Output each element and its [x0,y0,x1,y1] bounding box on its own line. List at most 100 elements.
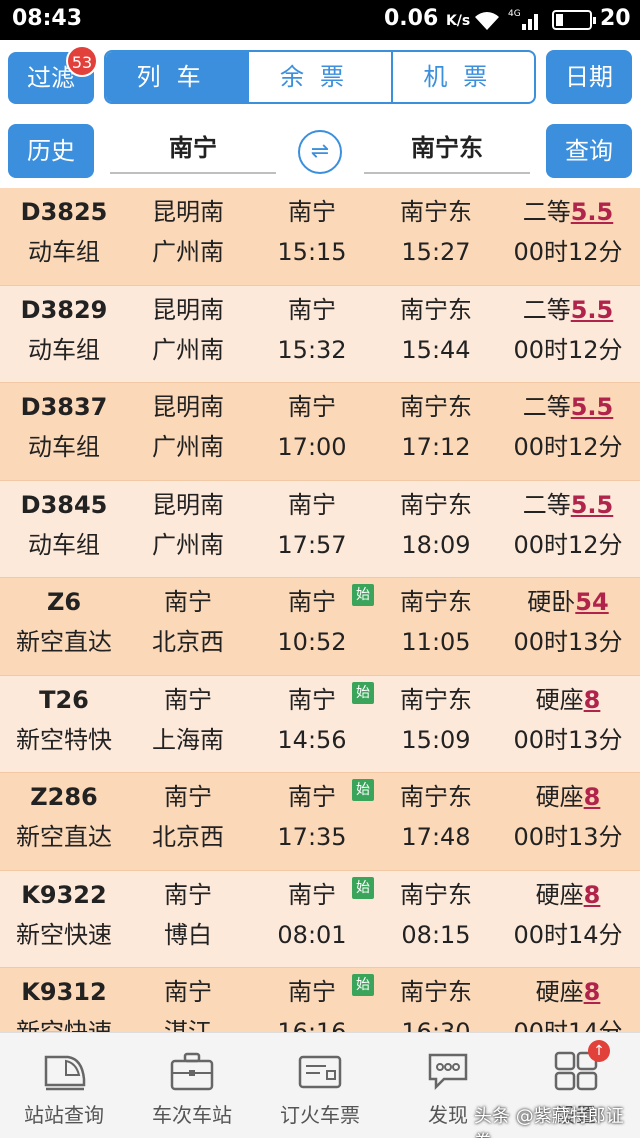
update-arrow-icon: ↑ [588,1040,610,1062]
train-number: D3825 [20,198,108,226]
wifi-icon [475,12,499,31]
arrival-station: 南宁东 [400,685,472,714]
train-type: 动车组 [28,335,100,364]
arrival-station: 南宁东 [400,783,472,811]
origin-station: 昆明南 [152,295,224,324]
train-number: K9322 [21,880,107,909]
train-number: D3845 [20,490,108,519]
origin-badge: 始 [352,584,374,606]
arrival-time: 17:48 [401,823,471,851]
status-time: 08:43 [12,6,83,31]
departure-station: 南宁 [288,393,336,421]
duration: 00时12分 [513,335,623,364]
swap-icon[interactable]: ⇌ [298,130,342,174]
nav-label: 订火车票 [280,1103,360,1127]
price-link[interactable]: 8 [584,686,601,714]
departure-time: 17:35 [277,823,347,851]
arrival-time: 11:05 [401,628,471,656]
query-button[interactable]: 查询 [546,124,632,178]
price-link[interactable]: 8 [584,881,601,909]
tab-flights[interactable]: 机票 [393,52,534,102]
seat-class: 硬座 [535,978,584,1006]
price-link[interactable]: 8 [584,978,601,1006]
train-type: 新空特快 [16,725,112,754]
duration: 00时12分 [513,433,623,461]
nav-train-station[interactable]: 车次车站 [128,1033,256,1138]
train-list[interactable]: D3825 动车组 昆明南 广州南 南宁 15:15 南宁东 15:27 二等5… [0,188,640,1032]
train-row[interactable]: Z6 新空直达 南宁 北京西 南宁 始 10:52 南宁东 11:05 硬卧54… [0,578,640,676]
departure-time: 16:16 [277,1018,347,1032]
departure-station: 南宁 [288,198,336,226]
train-number: Z286 [30,783,98,811]
date-button[interactable]: 日期 [546,50,632,104]
price-link[interactable]: 5.5 [571,296,614,324]
seat-price: 硬座8 [496,877,640,913]
battery-icon [552,10,596,30]
origin-station: 昆明南 [152,490,224,519]
battery-level: 20 [600,6,631,31]
seat-price: 二等5.5 [496,194,640,230]
seat-class: 二等 [522,490,571,519]
to-station-input[interactable]: 南宁东 [364,128,530,174]
seat-class: 硬座 [535,783,584,811]
price-link[interactable]: 5.5 [571,491,614,519]
seat-price: 二等5.5 [496,292,640,328]
arrival-time: 16:30 [401,1018,471,1032]
briefcase-icon [170,1052,214,1091]
origin-badge: 始 [352,876,374,899]
seat-class: 二等 [522,198,571,226]
train-row[interactable]: K9312 新空快速 南宁 湛江 南宁 始 16:16 南宁东 16:30 硬座… [0,968,640,1032]
train-icon [44,1055,86,1091]
price-link[interactable]: 8 [584,783,601,811]
arrival-station: 南宁东 [400,393,472,421]
terminal-station: 湛江 [164,1018,212,1032]
nav-label: 站站查询 [24,1103,104,1127]
watermark: 头条 @紫藏特郎证券 [474,1106,624,1138]
seat-class: 硬座 [535,685,584,714]
train-row[interactable]: T26 新空特快 南宁 上海南 南宁 始 14:56 南宁东 15:09 硬座8… [0,675,640,773]
status-bar: 08:43 0.06 K/s 4G 20 [0,0,640,40]
train-type: 新空直达 [16,823,112,851]
nav-station-query[interactable]: 站站查询 [0,1033,128,1138]
departure-time: 14:56 [277,725,347,754]
train-type: 动车组 [28,530,100,559]
train-number: Z6 [46,588,82,616]
train-type: 新空快速 [16,920,112,949]
duration: 00时13分 [513,725,623,754]
train-row[interactable]: D3837 动车组 昆明南 广州南 南宁 17:00 南宁东 17:12 二等5… [0,383,640,481]
departure-time: 15:15 [277,238,347,266]
tab-remaining-tickets[interactable]: 余票 [249,52,393,102]
price-link[interactable]: 5.5 [571,393,614,421]
train-row[interactable]: K9322 新空快速 南宁 博白 南宁 始 08:01 南宁东 08:15 硬座… [0,870,640,968]
history-button[interactable]: 历史 [8,124,94,178]
arrival-station: 南宁东 [400,588,472,616]
arrival-station: 南宁东 [400,198,472,226]
nav-book-ticket[interactable]: 订火车票 [256,1033,384,1138]
price-link[interactable]: 5.5 [571,198,614,226]
arrival-time: 17:12 [401,433,471,461]
train-row[interactable]: D3829 动车组 昆明南 广州南 南宁 15:32 南宁东 15:44 二等5… [0,285,640,383]
from-station-input[interactable]: 南宁 [110,128,276,174]
departure-time: 17:00 [277,433,347,461]
arrival-station: 南宁东 [400,490,472,519]
train-row[interactable]: D3845 动车组 昆明南 广州南 南宁 17:57 南宁东 18:09 二等5… [0,480,640,578]
seat-price: 硬座8 [496,974,640,1010]
seat-price: 硬座8 [496,779,640,815]
train-row[interactable]: D3825 动车组 昆明南 广州南 南宁 15:15 南宁东 15:27 二等5… [0,188,640,286]
arrival-time: 15:44 [401,335,471,364]
origin-badge: 始 [352,681,374,704]
arrival-time: 15:09 [401,725,471,754]
duration: 00时14分 [513,920,623,949]
tab-train[interactable]: 列车 [106,52,250,102]
arrival-time: 15:27 [401,238,471,266]
train-row[interactable]: Z286 新空直达 南宁 北京西 南宁 始 17:35 南宁东 17:48 硬座… [0,773,640,871]
mode-tabs: 列车 余票 机票 [104,50,536,104]
train-number: D3829 [20,295,108,324]
seat-price: 二等5.5 [496,487,640,523]
train-type: 新空快速 [16,1018,112,1032]
network-speed: 0.06 K/s [384,6,471,31]
origin-station: 南宁 [164,588,212,616]
price-link[interactable]: 54 [575,588,608,616]
origin-badge: 始 [352,779,374,801]
departure-time: 08:01 [277,920,347,949]
